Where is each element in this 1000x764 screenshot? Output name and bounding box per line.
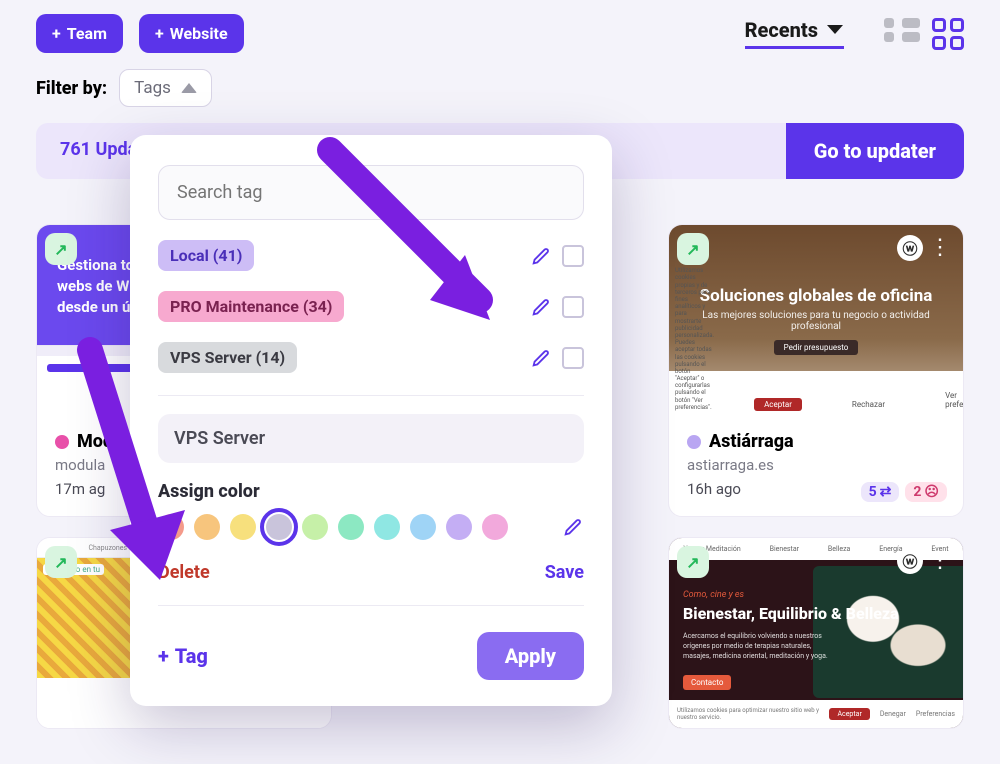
caret-up-icon (181, 83, 197, 93)
more-menu-icon[interactable]: ⋮ (929, 235, 951, 260)
wordpress-icon: ⓦ (897, 235, 923, 261)
tag-pill-pro[interactable]: PRO Maintenance (34) (158, 291, 344, 322)
site-domain: astiarraga.es (687, 456, 945, 474)
apply-button[interactable]: Apply (477, 632, 584, 680)
open-link-icon[interactable]: ↗ (677, 546, 709, 578)
save-tag-button[interactable]: Save (545, 562, 584, 583)
search-tag-input[interactable] (158, 165, 584, 220)
pencil-icon[interactable] (562, 516, 584, 538)
site-title: Modul (77, 431, 128, 452)
thumb-heading: Soluciones globales de oficina (690, 286, 943, 306)
color-swatch[interactable] (338, 514, 364, 540)
tag-name-input[interactable] (158, 414, 584, 463)
tags-filter-popup: Local (41) PRO Maintenance (34) VPS Serv… (130, 135, 612, 706)
filter-tags-dropdown[interactable]: Tags (119, 69, 212, 107)
sort-recents-toggle[interactable]: Recents (745, 18, 844, 49)
view-grid-icon[interactable] (932, 18, 964, 50)
open-link-icon[interactable]: ↗ (45, 546, 77, 578)
open-link-icon[interactable]: ↗ (45, 233, 77, 265)
status-dot (55, 435, 69, 449)
add-team-button[interactable]: +Team (36, 14, 123, 53)
color-swatch[interactable] (482, 514, 508, 540)
tag-checkbox[interactable] (562, 347, 584, 369)
add-tag-button[interactable]: +Tag (158, 644, 208, 668)
color-swatch[interactable] (302, 514, 328, 540)
status-dot (687, 435, 701, 449)
tag-pill-local[interactable]: Local (41) (158, 240, 254, 271)
open-link-icon[interactable]: ↗ (677, 233, 709, 265)
go-to-updater-button[interactable]: Go to updater (786, 123, 964, 179)
plus-icon: + (158, 644, 169, 668)
add-website-button[interactable]: +Website (139, 14, 244, 53)
sync-chip: 5 ⇄ (861, 482, 900, 502)
plus-icon: + (52, 24, 61, 43)
tag-pill-vps[interactable]: VPS Server (14) (158, 342, 297, 373)
tag-checkbox[interactable] (562, 296, 584, 318)
view-list-icon[interactable] (884, 18, 916, 50)
plus-icon: + (155, 24, 164, 43)
color-swatch[interactable] (230, 514, 256, 540)
pencil-icon[interactable] (530, 347, 552, 369)
tag-checkbox[interactable] (562, 245, 584, 267)
wordpress-icon: ⓦ (897, 548, 923, 574)
color-swatch[interactable] (410, 514, 436, 540)
color-swatch[interactable] (194, 514, 220, 540)
assign-color-label: Assign color (158, 481, 584, 502)
pencil-icon[interactable] (530, 296, 552, 318)
color-swatch[interactable] (374, 514, 400, 540)
site-title: Astiárraga (709, 431, 794, 452)
color-swatch[interactable] (446, 514, 472, 540)
delete-tag-button[interactable]: Delete (158, 562, 210, 583)
website-card[interactable]: ↗ ⓦ ⋮ Soluciones globales de oficina Las… (668, 224, 964, 517)
filter-label: Filter by: (36, 78, 107, 99)
color-swatch-selected[interactable] (266, 514, 292, 540)
pencil-icon[interactable] (530, 245, 552, 267)
color-swatch[interactable] (158, 514, 184, 540)
more-menu-icon[interactable]: ⋮ (929, 548, 951, 573)
website-card[interactable]: ↗ ⓦ ⋮ Yoga y MeditaciónBienestarBellezaE… (668, 537, 964, 729)
issue-chip: 2 ☹ (905, 482, 947, 502)
caret-down-icon (826, 24, 844, 36)
